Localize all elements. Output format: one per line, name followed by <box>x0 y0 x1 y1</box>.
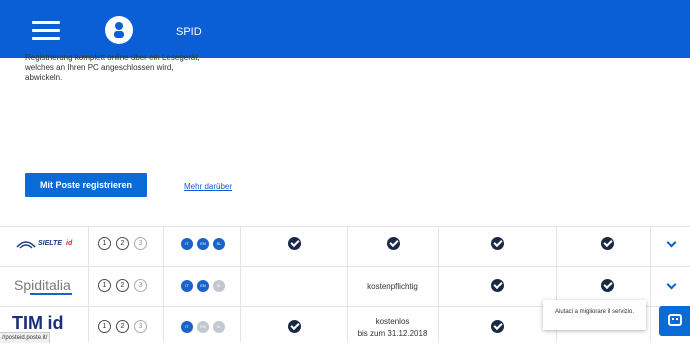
spiditalia-logo-text: Spiditalia <box>14 277 71 293</box>
sielte-logo-suffix: id <box>66 240 73 247</box>
level-2-icon: 2 <box>116 237 129 250</box>
hamburger-menu-icon[interactable] <box>32 21 60 41</box>
method-it-icon: IT <box>181 280 193 292</box>
price-text: kostenpflichtig <box>367 282 418 291</box>
method-it-icon: IT <box>181 238 193 250</box>
tim-logo-text: TIM <box>12 313 43 333</box>
check-icon <box>387 237 400 250</box>
column-divider <box>650 226 651 342</box>
check-icon <box>288 237 301 250</box>
spiditalia-logo: Spiditalia <box>14 277 74 299</box>
tim-logo-suffix: id <box>47 313 64 333</box>
column-divider <box>438 226 439 342</box>
check-icon <box>491 237 504 250</box>
price-text-line2: bis zum 31.12.2018 <box>357 329 428 338</box>
more-info-link[interactable]: Mehr darüber <box>184 182 232 191</box>
app-title: SPID <box>176 26 202 38</box>
check-icon <box>491 320 504 333</box>
price-text-line1: kostenlos <box>375 317 410 326</box>
method-en-icon: EN <box>197 280 209 292</box>
column-divider <box>88 226 89 342</box>
level-3-icon: 3 <box>134 320 147 333</box>
feedback-tooltip: Aiutaci a migliorare il servizio. <box>543 300 646 330</box>
check-icon <box>601 279 614 292</box>
level-1-icon: 1 <box>98 320 111 333</box>
method-sl-icon: SL <box>213 321 225 333</box>
sielte-arcs-icon <box>16 241 36 249</box>
tim-id-logo: TIM id <box>12 313 63 334</box>
sielte-logo-text: SIELTE <box>38 240 62 247</box>
column-divider <box>240 226 241 342</box>
check-icon <box>288 320 301 333</box>
chat-bot-icon <box>668 314 682 326</box>
column-divider <box>163 226 164 342</box>
user-circle-icon[interactable] <box>105 16 133 44</box>
expand-sielte-chevron-down-icon[interactable] <box>667 239 675 247</box>
level-2-icon: 2 <box>116 320 129 333</box>
method-sl-icon: SL <box>213 238 225 250</box>
check-icon <box>491 279 504 292</box>
level-3-icon: 3 <box>134 279 147 292</box>
method-sl-icon: SL <box>213 280 225 292</box>
expand-spiditalia-chevron-down-icon[interactable] <box>667 281 675 289</box>
method-en-icon: EN <box>197 238 209 250</box>
spiditalia-underline <box>30 293 72 295</box>
top-app-bar: SPID <box>0 0 690 58</box>
register-with-poste-button[interactable]: Mit Poste registrieren <box>25 173 147 197</box>
provider-description: Registrierung komplett online über ein L… <box>25 53 200 82</box>
level-1-icon: 1 <box>98 279 111 292</box>
method-it-icon: IT <box>181 321 193 333</box>
status-bar-url: //posteid.poste.it/ <box>0 332 51 343</box>
level-2-icon: 2 <box>116 279 129 292</box>
sielte-id-logo: SIELTE id <box>16 238 74 250</box>
check-icon <box>601 237 614 250</box>
level-1-icon: 1 <box>98 237 111 250</box>
chat-bot-button[interactable] <box>659 306 690 336</box>
method-en-icon: EN <box>197 321 209 333</box>
level-3-icon: 3 <box>134 237 147 250</box>
